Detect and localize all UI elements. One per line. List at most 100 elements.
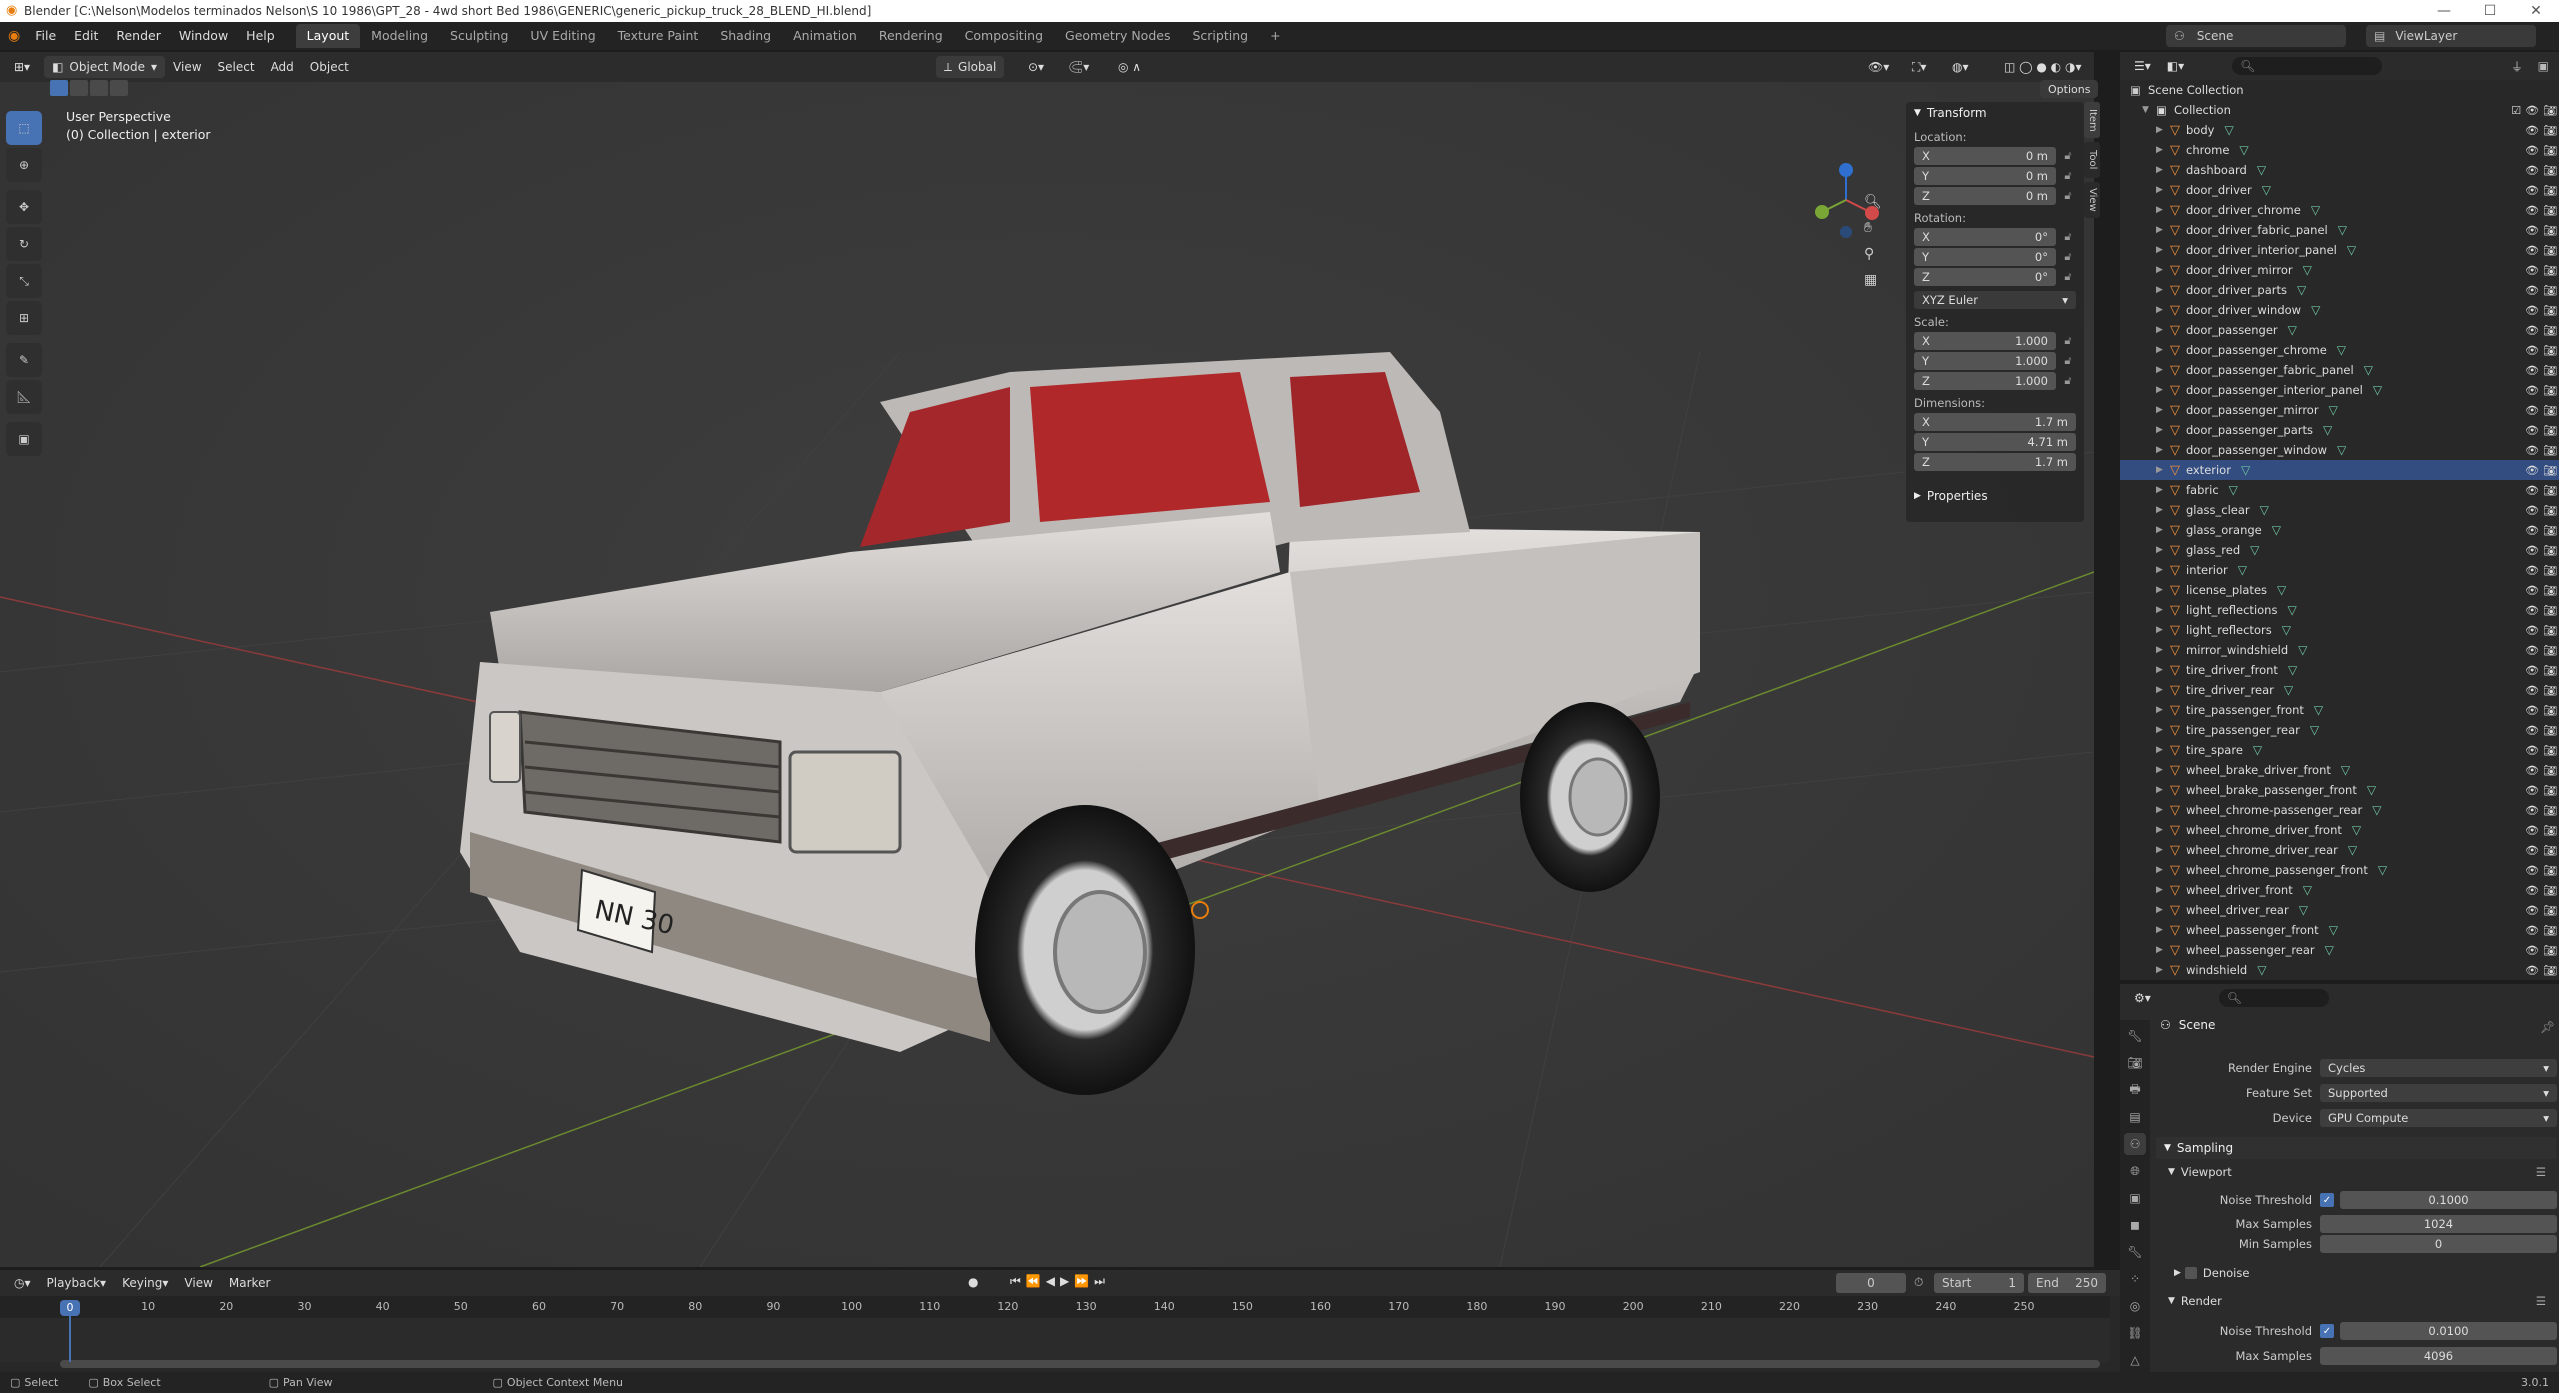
collection-row[interactable]: ▼ ▣ Collection ☑ 👁︎ 📷︎ — [2120, 100, 2559, 120]
eye-icon[interactable]: 👁︎ — [2525, 944, 2539, 957]
data-props-icon[interactable]: △ — [2124, 1349, 2146, 1371]
expand-icon[interactable]: ▶ — [2156, 185, 2170, 195]
tab-texture-paint[interactable]: Texture Paint — [607, 24, 710, 48]
menu-add[interactable]: Add — [263, 56, 302, 78]
eye-icon[interactable]: 👁︎ — [2525, 644, 2539, 657]
outliner-item[interactable]: ▶ ▽ wheel_chrome-passenger_rear ▽ 👁︎ 📷︎ — [2120, 800, 2559, 820]
camera-icon[interactable]: 📷︎ — [2543, 384, 2557, 397]
list-menu-icon[interactable]: ☰ — [2536, 1294, 2546, 1308]
expand-icon[interactable]: ▶ — [2156, 885, 2170, 895]
menu-render[interactable]: Render — [107, 22, 170, 50]
expand-icon[interactable]: ▶ — [2156, 585, 2170, 595]
outliner-item[interactable]: ▶ ▽ door_passenger_mirror ▽ 👁︎ 📷︎ — [2120, 400, 2559, 420]
expand-icon[interactable]: ▶ — [2156, 485, 2170, 495]
outliner-item[interactable]: ▶ ▽ license_plates ▽ 👁︎ 📷︎ — [2120, 580, 2559, 600]
eye-icon[interactable]: 👁︎ — [2525, 384, 2539, 397]
end-frame-field[interactable]: End 250 — [2028, 1273, 2106, 1293]
location-z-field[interactable]: Z 0 m — [1914, 186, 2056, 205]
view-layer-props-icon[interactable]: ▤ — [2124, 1106, 2146, 1128]
scale-x-field[interactable]: X 1.000 — [1914, 331, 2056, 350]
expand-icon[interactable]: ▶ — [2156, 605, 2170, 615]
select-box-tool-icon[interactable]: ⬚ — [6, 111, 42, 145]
outliner-item[interactable]: ▶ ▽ body ▽ 👁︎ 📷︎ — [2120, 120, 2559, 140]
output-props-icon[interactable]: 🖶 — [2124, 1079, 2146, 1101]
tab-modeling[interactable]: Modeling — [360, 24, 439, 48]
camera-icon[interactable]: 📷︎ — [2543, 324, 2557, 337]
move-tool-icon[interactable]: ✥ — [6, 190, 42, 224]
camera-icon[interactable]: 📷︎ — [2543, 864, 2557, 877]
camera-icon[interactable]: 📷︎ — [2543, 804, 2557, 817]
add-cube-tool-icon[interactable]: ▣ — [6, 422, 42, 456]
pin-icon[interactable]: 📌︎ — [2540, 1020, 2555, 1034]
expand-icon[interactable]: ▶ — [2156, 365, 2170, 375]
eye-icon[interactable]: 👁︎ — [2525, 924, 2539, 937]
close-button[interactable]: ✕ — [2513, 0, 2559, 22]
outliner-item[interactable]: ▶ ▽ exterior ▽ 👁︎ 📷︎ — [2120, 460, 2559, 480]
render-props-icon[interactable]: 📷︎ — [2124, 1052, 2146, 1074]
expand-icon[interactable]: ▶ — [2156, 205, 2170, 215]
camera-icon[interactable]: 📷︎ — [2543, 464, 2557, 477]
eye-icon[interactable]: 👁︎ — [2525, 184, 2539, 197]
camera-icon[interactable]: 📷︎ — [2543, 284, 2557, 297]
snap-icon[interactable]: 🧲︎▾ — [1060, 56, 1097, 78]
timeline-track-area[interactable] — [0, 1318, 2110, 1362]
select-new-icon[interactable] — [50, 80, 68, 96]
constraints-props-icon[interactable]: ⛓ — [2124, 1322, 2146, 1344]
expand-icon[interactable]: ▶ — [2156, 685, 2170, 695]
filter-icon[interactable]: ⏚ — [2511, 58, 2523, 75]
viewport-subpanel-header[interactable]: ▼ Viewport ☰ — [2168, 1162, 2556, 1182]
camera-icon[interactable]: 📷︎ — [2543, 244, 2557, 257]
outliner-item[interactable]: ▶ ▽ door_driver_interior_panel ▽ 👁︎ 📷︎ — [2120, 240, 2559, 260]
menu-window[interactable]: Window — [170, 22, 237, 50]
camera-icon[interactable]: 📷︎ — [2543, 444, 2557, 457]
camera-icon[interactable]: 📷︎ — [2543, 224, 2557, 237]
render-engine-select[interactable]: Cycles ▾ — [2320, 1059, 2557, 1077]
particles-props-icon[interactable]: ⁘ — [2124, 1268, 2146, 1290]
expand-icon[interactable]: ▶ — [2156, 825, 2170, 835]
expand-icon[interactable]: ▶ — [2156, 765, 2170, 775]
menu-view[interactable]: View — [165, 56, 209, 78]
outliner-item[interactable]: ▶ ▽ door_driver_parts ▽ 👁︎ 📷︎ — [2120, 280, 2559, 300]
camera-icon[interactable]: 📷︎ — [2543, 944, 2557, 957]
physics-props-icon[interactable]: ◎ — [2124, 1295, 2146, 1317]
eye-icon[interactable]: 👁︎ — [2525, 424, 2539, 437]
expand-icon[interactable]: ▶ — [2156, 145, 2170, 155]
camera-icon[interactable]: 📷︎ — [2543, 684, 2557, 697]
rotation-x-field[interactable]: X 0° — [1914, 227, 2056, 246]
lock-icon[interactable]: 🔓︎ — [2060, 149, 2076, 163]
vp-max-field[interactable]: 1024 — [2320, 1215, 2557, 1233]
expand-icon[interactable]: ▶ — [2156, 125, 2170, 135]
cursor-tool-icon[interactable]: ⊕ — [6, 148, 42, 182]
eye-icon[interactable]: 👁︎ — [2525, 624, 2539, 637]
properties-editor-icon[interactable]: ⚙▾ — [2126, 987, 2159, 1009]
eye-icon[interactable]: 👁︎ — [2525, 684, 2539, 697]
scene-collection-row[interactable]: ▣ Scene Collection — [2120, 80, 2559, 100]
expand-icon[interactable]: ▶ — [2156, 245, 2170, 255]
expand-icon[interactable]: ▶ — [2156, 625, 2170, 635]
eye-icon[interactable]: 👁︎ — [2525, 824, 2539, 837]
outliner-item[interactable]: ▶ ▽ door_passenger_parts ▽ 👁︎ 📷︎ — [2120, 420, 2559, 440]
expand-icon[interactable]: ▶ — [2156, 845, 2170, 855]
expand-icon[interactable]: ▶ — [2156, 445, 2170, 455]
dimensions-y-field[interactable]: Y 4.71 m — [1914, 432, 2076, 451]
r-noise-checkbox[interactable]: ✓ — [2320, 1324, 2334, 1338]
maximize-button[interactable]: ☐ — [2467, 0, 2513, 22]
tab-layout[interactable]: Layout — [295, 24, 361, 48]
outliner-item[interactable]: ▶ ▽ tire_passenger_front ▽ 👁︎ 📷︎ — [2120, 700, 2559, 720]
outliner-item[interactable]: ▶ ▽ door_passenger ▽ 👁︎ 📷︎ — [2120, 320, 2559, 340]
viewlayer-selector[interactable]: ▤ ViewLayer — [2366, 25, 2536, 47]
playback-controls[interactable]: ⏮⏪◀▶⏩⏭ — [1010, 1274, 1110, 1289]
rotation-mode-select[interactable]: XYZ Euler ▾ — [1914, 290, 2076, 309]
menu-playback[interactable]: Playback ▾ — [39, 1272, 115, 1294]
lock-icon[interactable]: 🔓︎ — [2060, 189, 2076, 203]
lock-icon[interactable]: 🔓︎ — [2060, 334, 2076, 348]
menu-file[interactable]: File — [26, 22, 65, 50]
eye-icon[interactable]: 👁︎ — [2525, 324, 2539, 337]
display-mode-icon[interactable]: ◧▾ — [2159, 55, 2192, 77]
expand-icon[interactable]: ▶ — [2156, 385, 2170, 395]
object-props-icon[interactable]: ◼ — [2124, 1214, 2146, 1236]
expand-icon[interactable]: ▶ — [2156, 405, 2170, 415]
location-x-field[interactable]: X 0 m — [1914, 146, 2056, 165]
outliner-item[interactable]: ▶ ▽ light_reflections ▽ 👁︎ 📷︎ — [2120, 600, 2559, 620]
expand-icon[interactable]: ▶ — [2156, 265, 2170, 275]
